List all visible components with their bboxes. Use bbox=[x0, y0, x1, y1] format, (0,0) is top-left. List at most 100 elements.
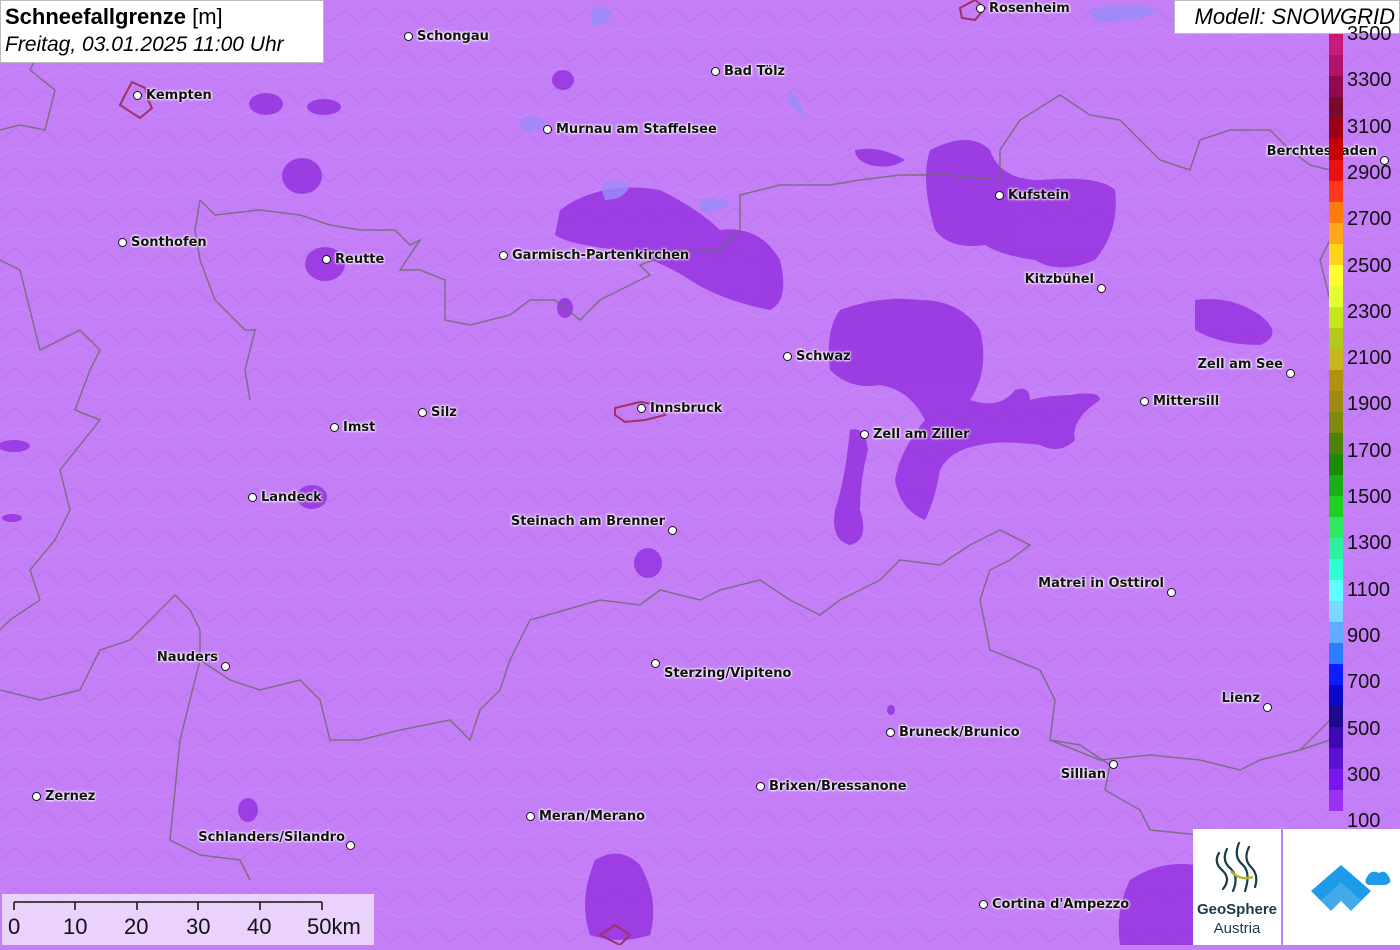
city-label[interactable]: Innsbruck bbox=[650, 401, 722, 416]
legend-label: 2300 bbox=[1347, 300, 1392, 323]
map-unit: [m] bbox=[192, 4, 223, 29]
legend-color-bar bbox=[1329, 34, 1343, 832]
terrain-relief bbox=[0, 0, 1400, 945]
legend-color-swatch bbox=[1329, 391, 1343, 412]
city-dot bbox=[346, 841, 355, 850]
legend-color-swatch bbox=[1329, 139, 1343, 160]
legend-color-swatch bbox=[1329, 118, 1343, 139]
legend-color-swatch bbox=[1329, 790, 1343, 811]
city-label[interactable]: Zell am Ziller bbox=[873, 427, 970, 442]
city-dot bbox=[756, 782, 765, 791]
legend-color-swatch bbox=[1329, 160, 1343, 181]
city-label[interactable]: Murnau am Staffelsee bbox=[556, 122, 717, 137]
scale-label-10: 10 bbox=[63, 914, 88, 939]
legend-label: 1300 bbox=[1347, 532, 1392, 555]
legend-color-swatch bbox=[1329, 307, 1343, 328]
city-label[interactable]: Kufstein bbox=[1008, 188, 1069, 203]
legend-label: 2500 bbox=[1347, 254, 1392, 277]
city-label[interactable]: Schwaz bbox=[796, 349, 851, 364]
city-label[interactable]: Schongau bbox=[417, 29, 489, 44]
city-dot bbox=[979, 900, 988, 909]
legend-color-swatch bbox=[1329, 496, 1343, 517]
city-label[interactable]: Sillian bbox=[1061, 767, 1106, 782]
legend-color-swatch bbox=[1329, 244, 1343, 265]
city-dot bbox=[404, 32, 413, 41]
legend-color-swatch bbox=[1329, 349, 1343, 370]
legend-color-swatch bbox=[1329, 181, 1343, 202]
city-label[interactable]: Sterzing/Vipiteno bbox=[664, 666, 791, 681]
city-dot bbox=[1263, 703, 1272, 712]
city-label[interactable]: Kitzbühel bbox=[1025, 272, 1094, 287]
city-dot bbox=[637, 404, 646, 413]
city-label[interactable]: Zernez bbox=[45, 789, 95, 804]
city-dot bbox=[330, 423, 339, 432]
geosphere-emblem-icon bbox=[1215, 841, 1258, 893]
city-dot bbox=[133, 91, 142, 100]
snowgrid-logo[interactable] bbox=[1283, 829, 1400, 945]
city-label[interactable]: Matrei in Osttirol bbox=[1038, 576, 1164, 591]
city-dot bbox=[221, 662, 230, 671]
legend-label: 900 bbox=[1347, 624, 1381, 647]
legend-color-swatch bbox=[1329, 265, 1343, 286]
city-dot bbox=[1286, 369, 1295, 378]
scale-label-0: 0 bbox=[8, 914, 21, 939]
city-label[interactable]: Garmisch-Partenkirchen bbox=[512, 248, 689, 263]
city-dot bbox=[418, 408, 427, 417]
geosphere-logo-line1: GeoSphere bbox=[1196, 901, 1278, 918]
city-label[interactable]: Reutte bbox=[335, 252, 384, 267]
legend-color-swatch bbox=[1329, 601, 1343, 622]
legend-label: 700 bbox=[1347, 671, 1381, 694]
geosphere-logo[interactable]: GeoSphere Austria bbox=[1193, 829, 1281, 945]
city-dot bbox=[668, 526, 677, 535]
legend-label: 1900 bbox=[1347, 393, 1392, 416]
legend-color-swatch bbox=[1329, 559, 1343, 580]
city-label[interactable]: Nauders bbox=[157, 650, 218, 665]
city-label[interactable]: Landeck bbox=[261, 490, 322, 505]
legend-color-swatch bbox=[1329, 769, 1343, 790]
legend-color-swatch bbox=[1329, 97, 1343, 118]
city-label[interactable]: Mittersill bbox=[1153, 394, 1219, 409]
legend-color-swatch bbox=[1329, 370, 1343, 391]
city-label[interactable]: Imst bbox=[343, 420, 375, 435]
scale-label-30: 30 bbox=[186, 914, 211, 939]
city-label[interactable]: Kempten bbox=[146, 88, 212, 103]
scale-label-40: 40 bbox=[247, 914, 272, 939]
legend-color-swatch bbox=[1329, 34, 1343, 55]
city-label[interactable]: Brixen/Bressanone bbox=[769, 779, 907, 794]
scale-bar: 0 10 20 30 40 50km bbox=[2, 894, 374, 945]
legend-color-swatch bbox=[1329, 412, 1343, 433]
city-dot bbox=[860, 430, 869, 439]
legend-color-swatch bbox=[1329, 328, 1343, 349]
city-label[interactable]: Silz bbox=[431, 405, 457, 420]
city-label[interactable]: Lienz bbox=[1222, 691, 1260, 706]
map-canvas[interactable] bbox=[0, 0, 1400, 945]
color-legend: 3500 3300 3100 2900 2700 2500 2300 2100 1900 1700… bbox=[1329, 24, 1400, 832]
city-dot bbox=[32, 792, 41, 801]
city-label[interactable]: Rosenheim bbox=[989, 1, 1070, 16]
city-label[interactable]: Meran/Merano bbox=[539, 809, 645, 824]
city-dot bbox=[526, 812, 535, 821]
legend-color-swatch bbox=[1329, 706, 1343, 727]
city-dot bbox=[248, 493, 257, 502]
legend-label: 1100 bbox=[1347, 578, 1391, 601]
city-label[interactable]: Zell am See bbox=[1197, 357, 1283, 372]
map-title: Schneefallgrenze bbox=[5, 4, 186, 29]
city-dot bbox=[1097, 284, 1106, 293]
legend-label: 3500 bbox=[1347, 23, 1392, 45]
legend-color-swatch bbox=[1329, 55, 1343, 76]
legend-color-swatch bbox=[1329, 748, 1343, 769]
city-label[interactable]: Schlanders/Silandro bbox=[198, 830, 345, 845]
city-label[interactable]: Sonthofen bbox=[131, 235, 207, 250]
city-label[interactable]: Bruneck/Brunico bbox=[899, 725, 1020, 740]
legend-color-swatch bbox=[1329, 517, 1343, 538]
city-label[interactable]: Cortina d'Ampezzo bbox=[992, 897, 1129, 912]
legend-color-swatch bbox=[1329, 622, 1343, 643]
city-label[interactable]: Bad Tölz bbox=[724, 64, 785, 79]
legend-label: 2100 bbox=[1347, 347, 1392, 370]
city-label[interactable]: Steinach am Brenner bbox=[511, 514, 665, 529]
legend-color-swatch bbox=[1329, 538, 1343, 559]
title-box: Schneefallgrenze [m] Freitag, 03.01.2025… bbox=[0, 0, 324, 63]
legend-color-swatch bbox=[1329, 580, 1343, 601]
scale-label-50km: 50km bbox=[307, 914, 361, 939]
legend-label: 3300 bbox=[1347, 69, 1392, 92]
